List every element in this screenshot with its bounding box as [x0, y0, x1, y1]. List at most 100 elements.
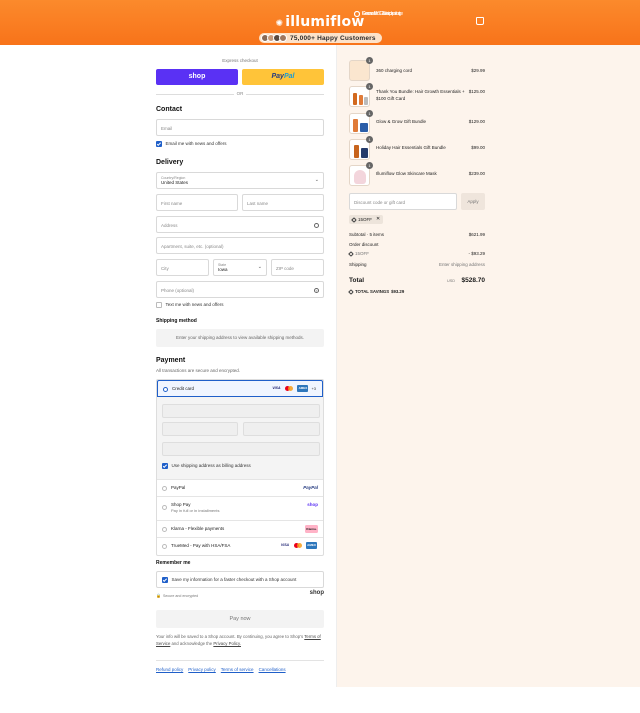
checkbox-unchecked-icon — [156, 302, 162, 308]
legal-text-b: and acknowledge the — [171, 640, 213, 646]
cart-item: 1 360 charging cord $29.99 — [349, 57, 485, 82]
more-cards-count: +3 — [311, 386, 316, 391]
cart-item: 1 Glow & Grow Gift Bundle $129.00 — [349, 110, 485, 135]
save-info-checkbox[interactable]: Save my information for a faster checkou… — [162, 577, 296, 583]
box-icon — [360, 123, 368, 132]
privacy-policy-footer-link[interactable]: Privacy policy — [188, 667, 216, 672]
total-label: Total — [349, 277, 365, 284]
item-name: Illumiflow Glow Skincare Mask — [376, 171, 437, 176]
quantity-badge: 1 — [366, 110, 373, 117]
paypal-button[interactable]: PayPal — [242, 69, 324, 85]
bottle-icon — [364, 97, 368, 105]
shop-pay-label: shop — [188, 73, 206, 80]
footer-links: Refund policy Privacy policy Terms of se… — [156, 667, 286, 672]
cart-item: 1 Illumiflow Glow Skincare Mask $239.00 — [349, 162, 485, 187]
state-select[interactable]: State Iowa ⌄ — [213, 259, 267, 276]
item-name: Holiday Hair Essentials Gift Bundle — [376, 145, 446, 150]
email-field[interactable]: Email — [156, 119, 324, 136]
last-name-field[interactable]: Last name — [242, 194, 324, 211]
name-on-card-field[interactable] — [162, 442, 320, 456]
payment-option-klarna[interactable]: Klarna - Flexible payments Klarna. — [157, 521, 323, 538]
shop-pay-logo: shop — [307, 502, 318, 507]
apartment-field[interactable]: Apartment, suite, etc. (optional) — [156, 237, 324, 254]
expiration-field[interactable] — [162, 422, 238, 436]
mastercard-icon — [284, 385, 294, 392]
cart-icon[interactable] — [476, 17, 484, 25]
discount-code: 15OFF — [348, 250, 369, 257]
bottle-icon — [353, 119, 358, 132]
secure-text: Secure and encrypted — [162, 593, 199, 598]
subtotal-value: $621.99 — [468, 232, 485, 237]
discount-code-input[interactable]: Discount code or gift card — [349, 193, 457, 210]
sparkle-icon: ✺ — [275, 19, 284, 29]
payment-option-shop-pay[interactable]: Shop Pay Pay in full or in installments … — [157, 497, 323, 521]
search-icon — [314, 223, 319, 228]
paypal-logo: PayPal — [303, 485, 318, 490]
zip-field[interactable]: ZIP code — [271, 259, 324, 276]
item-name: 360 charging cord — [376, 68, 413, 73]
brand-logo[interactable]: ✺ illumiflow — [0, 14, 640, 30]
checkbox-checked-icon — [162, 577, 168, 583]
footer-divider — [156, 660, 324, 661]
newsletter-label: Email me with news and offers — [165, 141, 227, 147]
express-checkout-label: Express checkout — [222, 58, 258, 63]
payment-option-credit-card[interactable]: Credit card VISA AMEX +3 — [157, 380, 323, 397]
checkbox-checked-icon — [156, 141, 162, 147]
pay-now-button[interactable]: Pay now — [156, 610, 324, 628]
klarna-logo: Klarna. — [305, 525, 318, 533]
remember-me-box[interactable]: Save my information for a faster checkou… — [156, 571, 324, 588]
quantity-badge: 1 — [366, 57, 373, 64]
chevron-down-icon: ⌄ — [314, 177, 319, 183]
bottle-icon — [359, 95, 363, 105]
phone-field[interactable]: Phone (optional)? — [156, 281, 324, 298]
paypal-label-a: Pay — [271, 73, 284, 80]
billing-same-checkbox[interactable]: Use shipping address as billing address — [162, 463, 251, 469]
checkbox-checked-icon — [162, 463, 168, 469]
newsletter-checkbox[interactable]: Email me with news and offers — [156, 141, 226, 147]
shipping-method-heading: Shipping method — [156, 318, 197, 324]
cart-item: 1 Holiday Hair Essentials Gift Bundle $9… — [349, 136, 485, 161]
payment-methods: Credit card VISA AMEX +3 Use shipping ad… — [156, 379, 324, 556]
shop-pay-option-sub: Pay in full or in installments — [171, 508, 220, 513]
legal-text: Your info will be saved to a Shop accoun… — [156, 634, 324, 648]
payment-option-paypal[interactable]: PayPal PayPal — [157, 480, 323, 497]
refund-policy-link[interactable]: Refund policy — [156, 667, 183, 672]
cart-item: 1 Thank You Bundle: Hair Growth Essentia… — [349, 83, 485, 108]
discount-placeholder: Discount code or gift card — [354, 200, 406, 205]
savings-label: TOTAL SAVINGS — [355, 289, 390, 294]
item-price: $99.00 — [471, 145, 485, 150]
discount-code-row: 15OFF - $93.29 — [348, 250, 485, 257]
mastercard-icon — [293, 542, 303, 549]
cancellations-link[interactable]: Cancellations — [259, 667, 286, 672]
security-code-field[interactable] — [243, 422, 320, 436]
brand-name: illumiflow — [285, 14, 365, 30]
tag-icon — [351, 216, 357, 223]
paypal-option-label: PayPal — [171, 485, 186, 490]
subtotal-row: Subtotal · 5 items $621.99 — [349, 232, 485, 238]
card-number-field[interactable] — [162, 404, 320, 418]
total-value: $528.70 — [461, 277, 486, 284]
email-placeholder: Email — [161, 126, 173, 131]
remove-discount-icon[interactable]: ✕ — [376, 215, 380, 224]
first-name-field[interactable]: First name — [156, 194, 238, 211]
quantity-badge: 1 — [366, 162, 373, 169]
item-price: $129.00 — [468, 119, 485, 124]
apply-discount-button[interactable]: Apply — [461, 193, 485, 210]
privacy-policy-link[interactable]: Privacy Policy. — [213, 641, 241, 646]
terms-of-service-footer-link[interactable]: Terms of service — [221, 667, 254, 672]
credit-card-label: Credit card — [172, 386, 195, 391]
secure-note: 🔒 Secure and encrypted — [156, 593, 198, 598]
bottle-icon — [354, 145, 359, 158]
country-select[interactable]: Country/Region United States ⌄ — [156, 172, 324, 189]
payment-option-truemed[interactable]: TrueMed - Pay with HSA/FSA VISA AMEX — [157, 538, 323, 555]
radio-selected-icon — [163, 387, 168, 392]
visa-icon: VISA — [280, 543, 290, 547]
shop-pay-button[interactable]: shop — [156, 69, 238, 85]
sms-checkbox[interactable]: Text me with news and offers — [156, 302, 223, 308]
currency-code: USD — [446, 279, 455, 283]
city-field[interactable]: City — [156, 259, 209, 276]
savings-value: $93.29 — [391, 289, 405, 294]
address-field[interactable]: Address — [156, 216, 324, 233]
help-icon[interactable]: ? — [314, 288, 319, 293]
shipping-label: Shipping — [349, 262, 367, 267]
